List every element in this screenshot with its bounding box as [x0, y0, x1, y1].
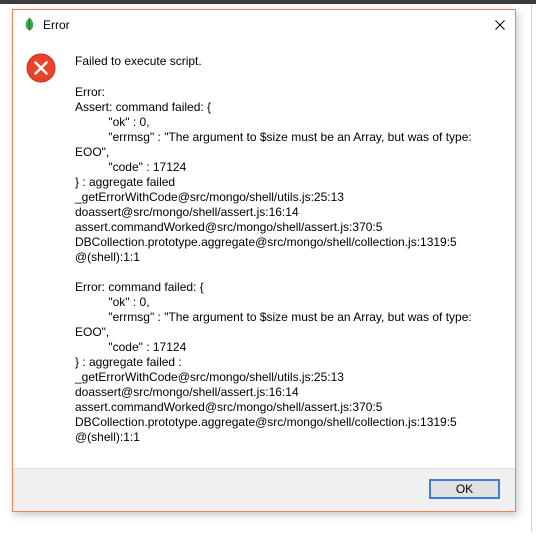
dialog-footer: OK — [13, 468, 515, 511]
title-bar[interactable]: Error — [13, 10, 515, 40]
error-details-text: Error: Assert: command failed: { "ok" : … — [75, 85, 472, 444]
close-button[interactable] — [485, 10, 515, 40]
background-window-edge — [531, 4, 532, 532]
message-title: Failed to execute script. — [75, 54, 202, 68]
error-dialog: Error Failed to execute script. Error: A… — [12, 9, 516, 512]
background-taskbar-edge — [0, 0, 536, 4]
ok-button[interactable]: OK — [429, 479, 500, 499]
close-icon — [495, 20, 505, 30]
error-circle-icon — [26, 53, 56, 83]
background-taskbar-strip — [0, 0, 536, 9]
window-title: Error — [43, 18, 70, 32]
message-area: Failed to execute script. Error: Assert:… — [75, 53, 507, 445]
leaf-icon — [24, 17, 35, 32]
